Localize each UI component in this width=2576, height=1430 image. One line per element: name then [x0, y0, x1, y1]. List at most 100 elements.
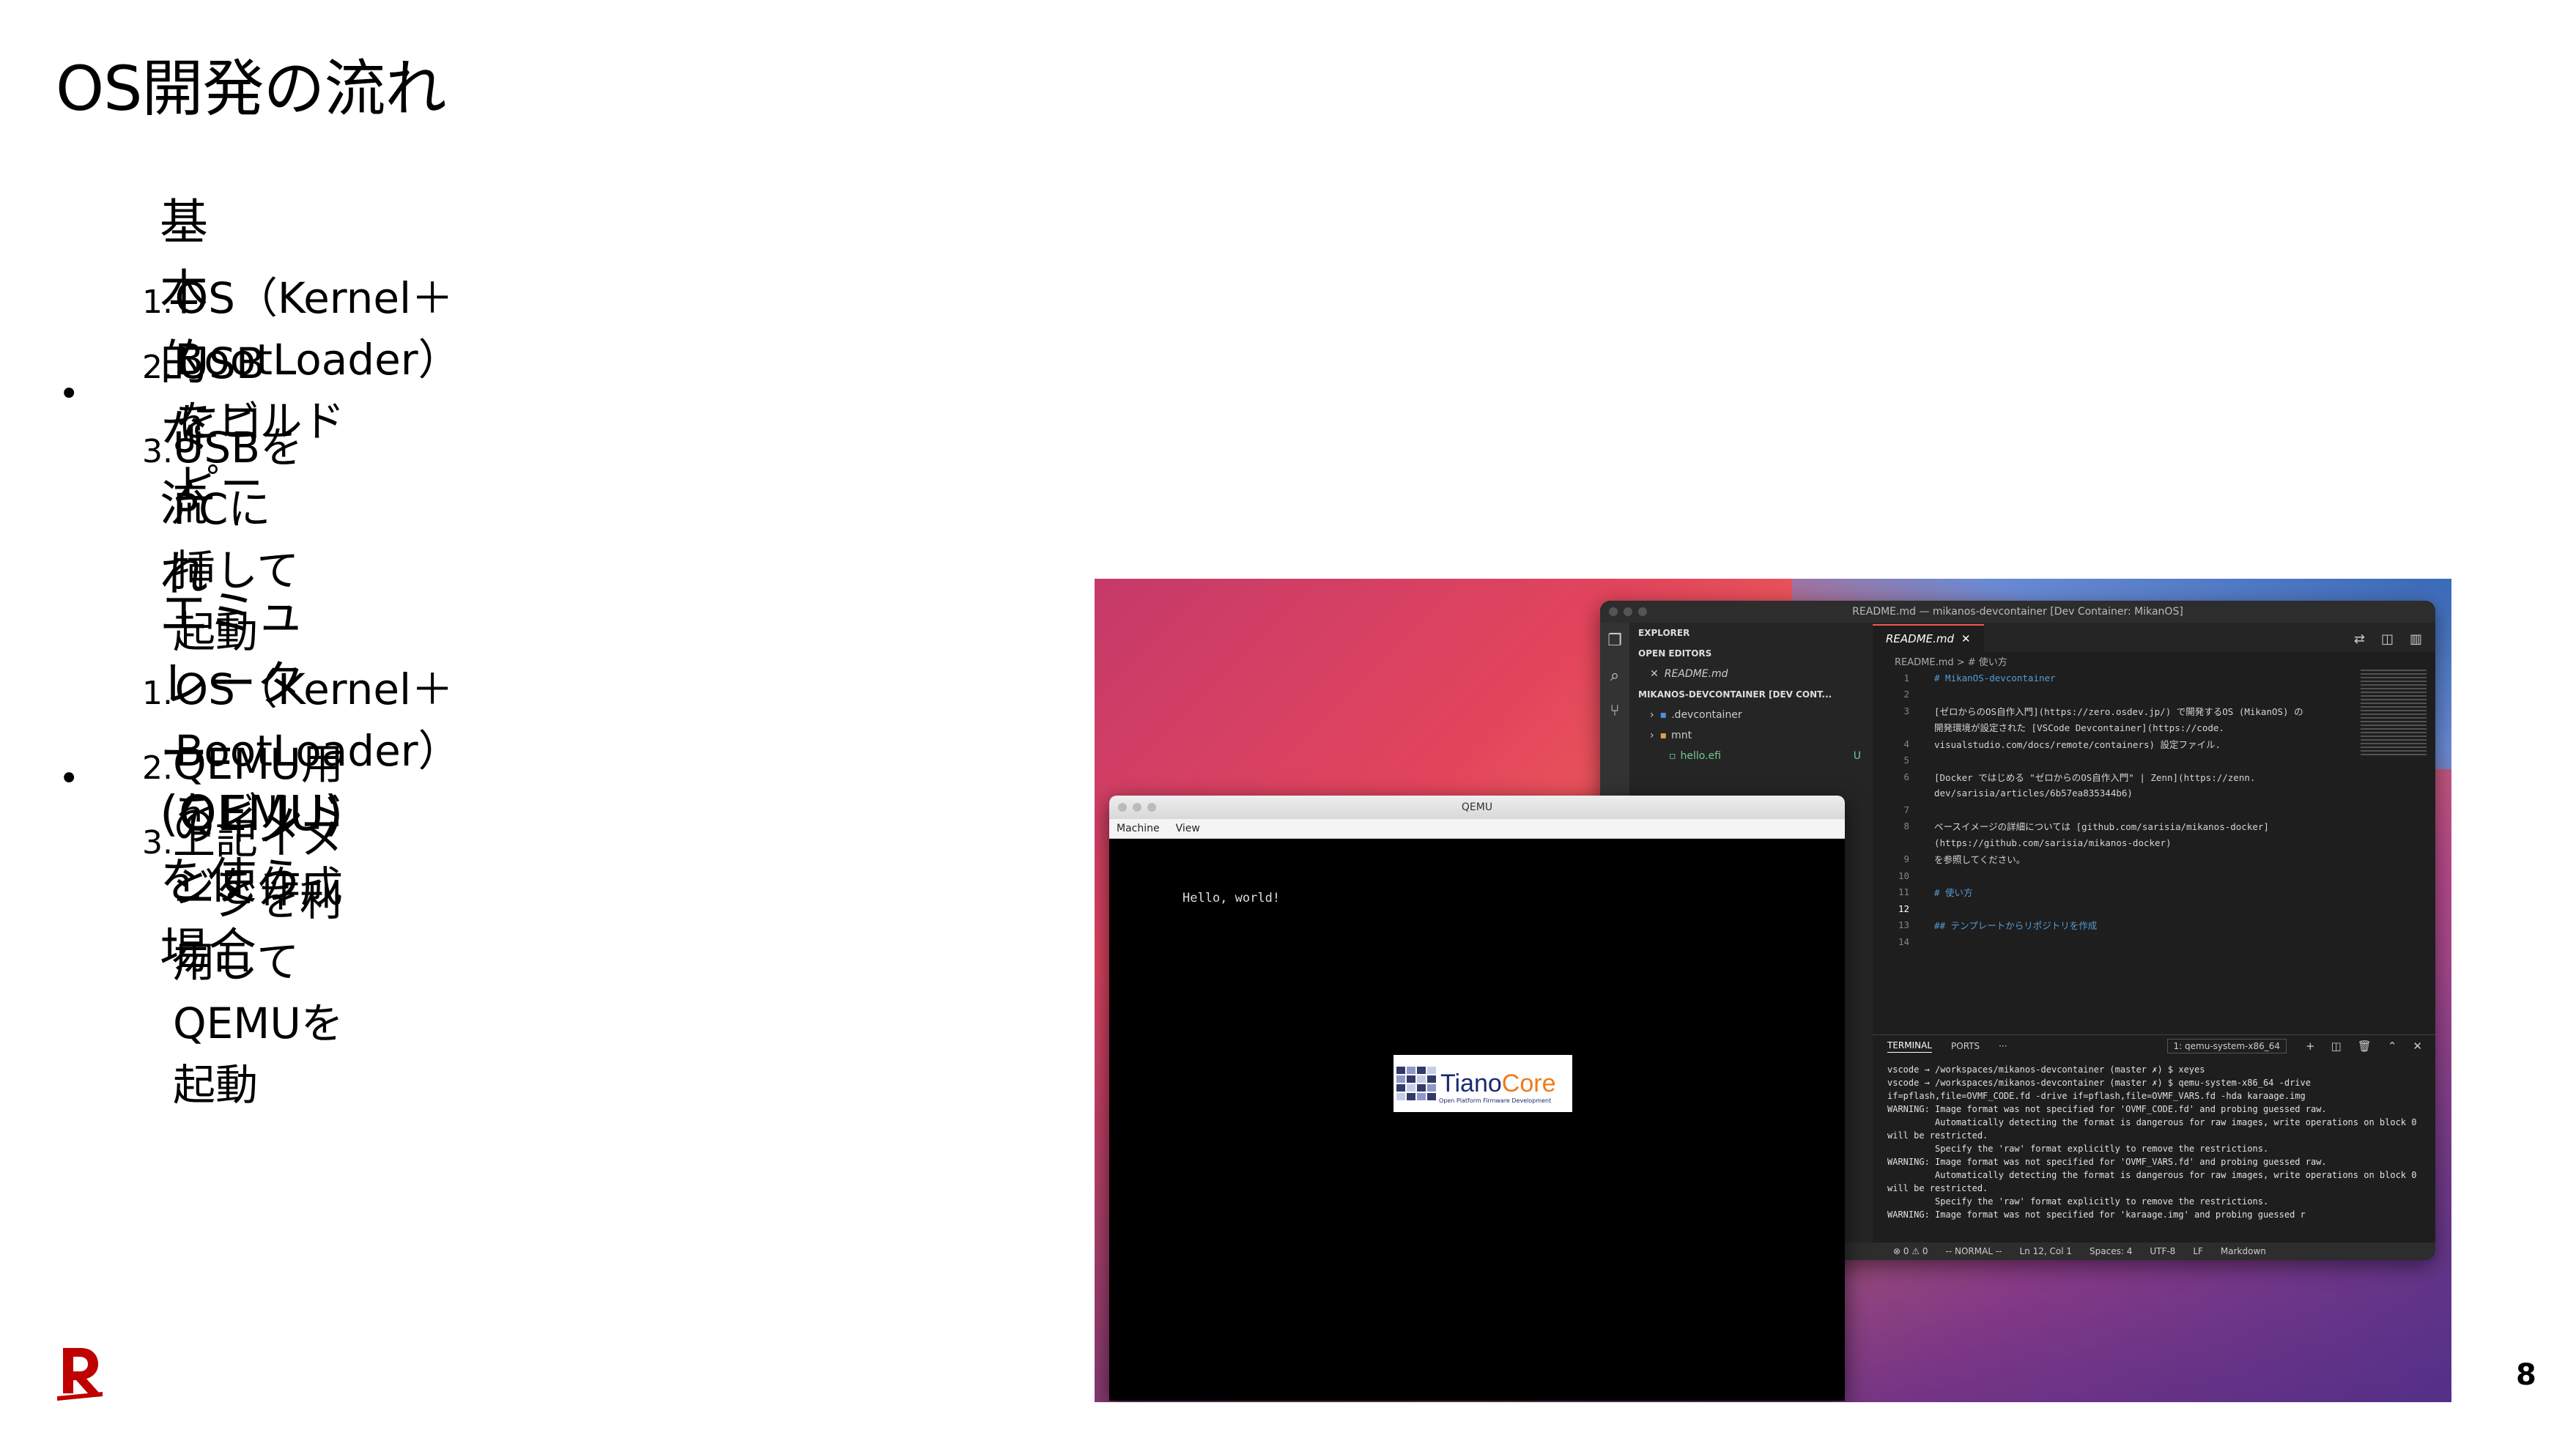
line-text: を参照してください。 — [1934, 854, 2026, 866]
chevron-up-icon[interactable]: ⌃ — [2388, 1040, 2397, 1053]
qemu-window: QEMU Machine View Hello, world! TianoCor… — [1109, 796, 1845, 1401]
bullet-icon: • — [59, 757, 80, 799]
breadcrumb[interactable]: README.md > # 使い方 — [1873, 652, 2435, 670]
panel-header: TERMINAL PORTS ··· 1: qemu-system-x86_64… — [1873, 1035, 2435, 1057]
close-icon[interactable]: ✕ — [1961, 632, 1971, 645]
folder-icon: ▪ — [1659, 709, 1668, 721]
tab-ports[interactable]: PORTS — [1951, 1041, 1980, 1051]
menu-view[interactable]: View — [1176, 823, 1200, 834]
logo-tagline: Open Platform Firmware Development — [1439, 1097, 1552, 1104]
window-title: QEMU — [1461, 801, 1493, 813]
line-number: 11 — [1898, 886, 1909, 898]
vscode-titlebar: README.md — mikanos-devcontainer [Dev Co… — [1600, 601, 2435, 623]
tianocore-logo: TianoCore Open Platform Firmware Develop… — [1394, 1055, 1572, 1112]
line-number: 3 — [1903, 705, 1909, 716]
open-editors-section[interactable]: OPEN EDITORS — [1629, 643, 1873, 664]
git-status-badge: U — [1853, 750, 1861, 762]
split-icon[interactable]: ◫ — [2331, 1040, 2342, 1053]
line-text: [Docker ではじめる "ゼロからのOS自作入門" | Zenn](http… — [1934, 771, 2256, 783]
line-text: # MikanOS-devcontainer — [1934, 672, 2056, 683]
line-number: 8 — [1903, 820, 1909, 832]
line-number: 14 — [1898, 936, 1909, 947]
tree-item-hello-efi[interactable]: ▫ hello.efi U — [1629, 746, 1873, 766]
line-number: 5 — [1903, 755, 1909, 766]
code-line[interactable]: 5 — [1873, 752, 2355, 769]
code-line[interactable]: dev/sarisia/articles/6b57ea835344b6) — [1873, 785, 2355, 802]
tree-item-mnt[interactable]: › ▪ mnt — [1629, 725, 1873, 746]
files-icon[interactable]: ❐ — [1600, 623, 1629, 658]
code-line[interactable]: 開発環境が設定された [VSCode Devcontainer](https:/… — [1873, 719, 2355, 736]
vim-mode: -- NORMAL -- — [1945, 1246, 2002, 1256]
line-number: 10 — [1898, 870, 1909, 881]
menu-machine[interactable]: Machine — [1117, 823, 1160, 834]
line-text: ## テンプレートからリポジトリを作成 — [1934, 920, 2098, 932]
code-line[interactable]: (https://github.com/sarisia/mikanos-dock… — [1873, 834, 2355, 851]
line-number: 4 — [1903, 738, 1909, 749]
cursor-position[interactable]: Ln 12, Col 1 — [2020, 1246, 2073, 1256]
step-item: 3. 上記イメージを利用してQEMUを起動 — [142, 814, 344, 1110]
line-text: dev/sarisia/articles/6b57ea835344b6) — [1934, 788, 2133, 799]
code-line[interactable]: 7 — [1873, 801, 2355, 818]
language-mode[interactable]: Markdown — [2221, 1246, 2266, 1256]
terminal-output[interactable]: vscode → /workspaces/mikanos-devcontaine… — [1873, 1057, 2435, 1227]
code-line[interactable]: 3 [ゼロからのOS自作入門](https://zero.osdev.jp/) で… — [1873, 703, 2355, 719]
line-ending[interactable]: LF — [2193, 1246, 2203, 1256]
terminal-selector[interactable]: 1: qemu-system-x86_64 — [2166, 1039, 2287, 1053]
code-line[interactable]: 11 # 使い方 — [1873, 884, 2355, 901]
close-icon[interactable]: ✕ — [1650, 668, 1659, 680]
code-line[interactable]: 1 # MikanOS-devcontainer — [1873, 670, 2355, 686]
slide-title: OS開発の流れ — [56, 53, 446, 125]
tree-item-devcontainer[interactable]: › ▪ .devcontainer — [1629, 705, 1873, 725]
code-line[interactable]: 6 [Docker ではじめる "ゼロからのOS自作入門" | Zenn](htt… — [1873, 768, 2355, 785]
code-line[interactable]: 8 ベースイメージの詳細については [github.com/sarisia/mik… — [1873, 818, 2355, 835]
problems-count[interactable]: ⊗ 0 ⚠ 0 — [1893, 1246, 1928, 1256]
page-number: 8 — [2516, 1358, 2536, 1392]
workspace-section[interactable]: MIKANOS-DEVCONTAINER [DEV CONT... — [1629, 684, 1873, 705]
encoding[interactable]: UTF-8 — [2150, 1246, 2175, 1256]
line-text: (https://github.com/sarisia/mikanos-dock… — [1934, 837, 2172, 848]
editor-area: README.md ✕ ⇄ ◫ ▥ README.md > # 使い方 1 # M… — [1873, 623, 2435, 1034]
code-line[interactable]: 14 — [1873, 933, 2355, 950]
line-text: visualstudio.com/docs/remote/containers)… — [1934, 738, 2221, 750]
rakuten-logo-icon — [57, 1348, 103, 1401]
tab-readme[interactable]: README.md ✕ — [1873, 624, 1984, 652]
line-number: 9 — [1903, 853, 1909, 865]
preview-icon[interactable]: ◫ — [2381, 631, 2394, 647]
file-icon: ▫ — [1669, 750, 1676, 762]
indentation[interactable]: Spaces: 4 — [2090, 1246, 2132, 1256]
terminal-panel: TERMINAL PORTS ··· 1: qemu-system-x86_64… — [1873, 1034, 2435, 1243]
line-number: 7 — [1903, 804, 1909, 815]
minimap[interactable] — [2361, 670, 2427, 757]
code-line[interactable]: 9 を参照してください。 — [1873, 851, 2355, 868]
logo-wordmark: TianoCore — [1440, 1070, 1556, 1097]
search-icon[interactable]: ⌕ — [1600, 658, 1629, 693]
line-number: 13 — [1898, 919, 1909, 931]
line-text: [ゼロからのOS自作入門](https://zero.osdev.jp/) で開… — [1934, 705, 2303, 717]
source-control-icon[interactable]: ⑂ — [1600, 693, 1629, 728]
code-line[interactable]: 2 — [1873, 686, 2355, 703]
console-output: Hello, world! — [1182, 891, 1281, 905]
line-text: ベースイメージの詳細については [github.com/sarisia/mika… — [1934, 821, 2269, 833]
trash-icon[interactable]: 🗑 — [2358, 1040, 2372, 1053]
plus-icon[interactable]: + — [2306, 1040, 2315, 1053]
close-icon[interactable]: ✕ — [2413, 1040, 2422, 1053]
compare-icon[interactable]: ⇄ — [2354, 631, 2365, 647]
code-line[interactable]: 13 ## テンプレートからリポジトリを作成 — [1873, 917, 2355, 934]
qemu-menubar: Machine View — [1109, 819, 1845, 839]
editor-tabs: README.md ✕ ⇄ ◫ ▥ — [1873, 623, 2435, 652]
line-number: 2 — [1903, 689, 1909, 700]
split-editor-icon[interactable]: ▥ — [2410, 631, 2422, 647]
editor-actions: ⇄ ◫ ▥ — [2354, 626, 2435, 652]
open-editor-item[interactable]: ✕ README.md — [1629, 664, 1873, 684]
line-number: 1 — [1903, 672, 1909, 683]
more-icon[interactable]: ··· — [1999, 1041, 2007, 1051]
qemu-titlebar: QEMU — [1109, 796, 1845, 819]
line-number: 12 — [1898, 903, 1909, 914]
chevron-right-icon: › — [1650, 709, 1654, 721]
code-line[interactable]: 10 — [1873, 867, 2355, 884]
code-line[interactable]: 12 — [1873, 900, 2355, 917]
tab-terminal[interactable]: TERMINAL — [1887, 1040, 1933, 1053]
terminal-actions: + ◫ 🗑 ⌃ ✕ — [2306, 1040, 2435, 1053]
code-view[interactable]: 1 # MikanOS-devcontainer 2 3 [ゼロからのOS自作入門](h… — [1873, 670, 2355, 1034]
code-line[interactable]: 4 visualstudio.com/docs/remote/containers… — [1873, 736, 2355, 752]
